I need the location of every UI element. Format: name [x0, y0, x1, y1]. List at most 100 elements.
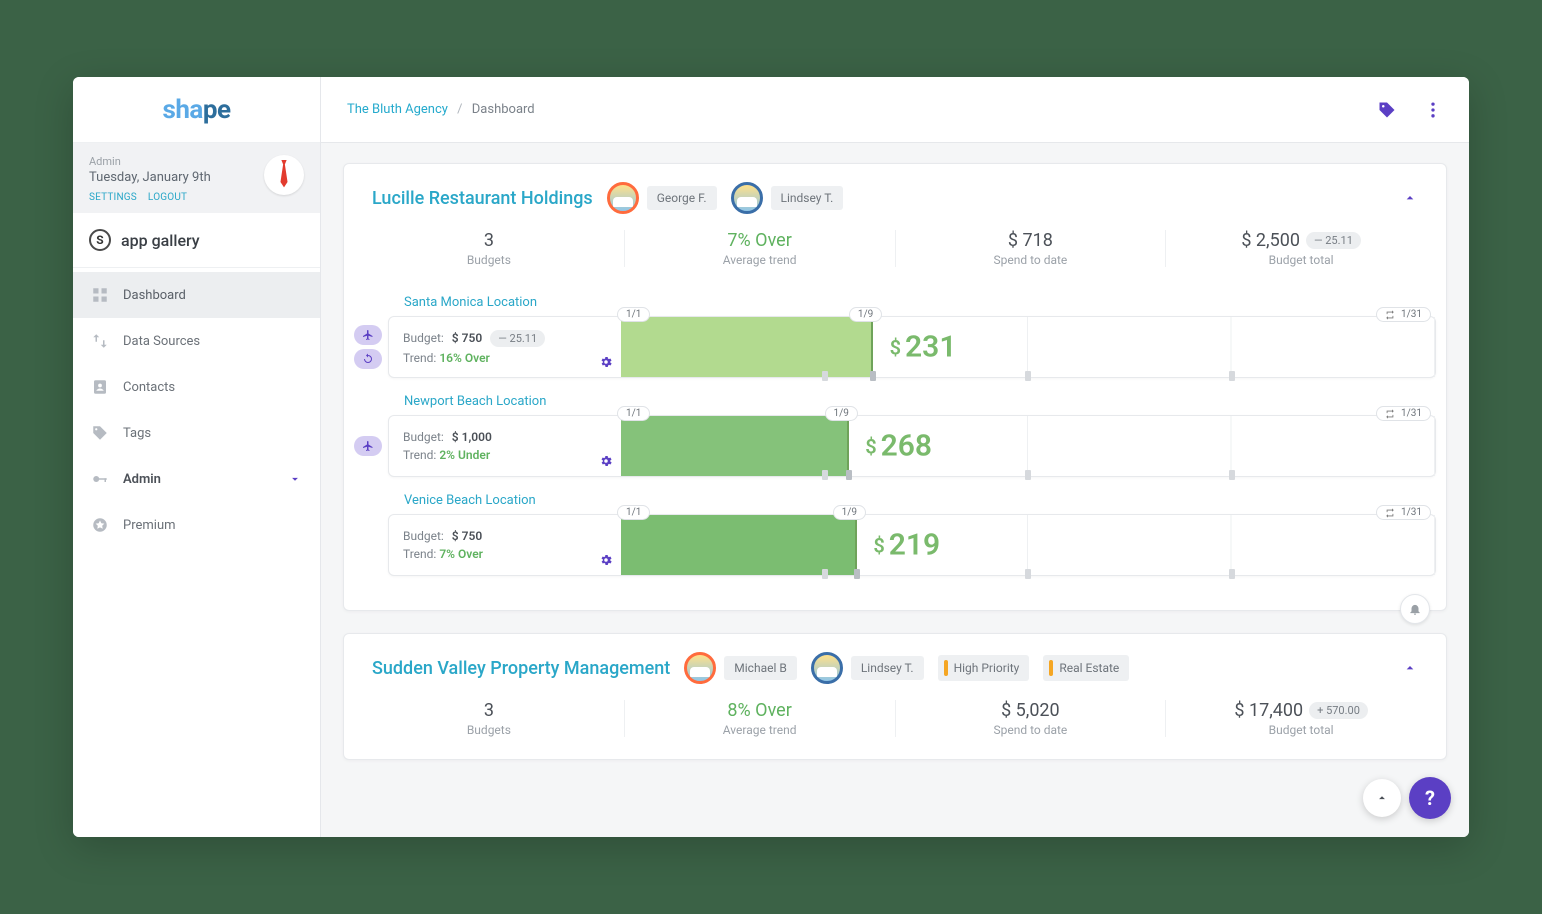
panel-title[interactable]: Lucille Restaurant Holdings — [372, 188, 593, 209]
app-gallery-link[interactable]: S app gallery — [73, 213, 320, 268]
refresh-pill[interactable] — [354, 349, 382, 369]
budget-label: Budget: — [403, 430, 444, 444]
airplane-pill[interactable] — [354, 436, 382, 456]
location-name[interactable]: Venice Beach Location — [344, 487, 1446, 514]
track-tick — [1025, 371, 1031, 381]
chevron-up-icon[interactable] — [1402, 190, 1418, 206]
tag-chip[interactable]: Real Estate — [1043, 655, 1129, 681]
user-avatar[interactable] — [264, 155, 304, 195]
nav-data-sources-label: Data Sources — [123, 334, 200, 349]
stat-label: Budgets — [354, 253, 624, 267]
side-pill-group — [354, 514, 388, 576]
track-tick — [1025, 569, 1031, 579]
nav-data-sources[interactable]: Data Sources — [73, 318, 320, 364]
repeat-icon — [1385, 409, 1395, 419]
budget-label: Budget: — [403, 529, 444, 543]
person-name: Lindsey T. — [771, 186, 844, 210]
caret-up-icon — [1375, 791, 1389, 805]
budget-label: Budget: — [403, 331, 444, 345]
nav-admin[interactable]: Admin — [73, 456, 320, 502]
track-tick — [822, 569, 828, 579]
budget-track-frame: Budget: $ 750 Trend: 7% Over1/11/91/31$2… — [388, 514, 1436, 576]
gear-icon[interactable] — [599, 454, 613, 468]
person-chip[interactable]: Lindsey T. — [731, 182, 844, 214]
chevron-up-icon[interactable] — [1402, 660, 1418, 676]
track-tick — [1025, 470, 1031, 480]
nav-premium-label: Premium — [123, 518, 176, 533]
gear-icon[interactable] — [599, 355, 613, 369]
date-tab-end: 1/31 — [1376, 406, 1431, 421]
tag-icon — [91, 424, 109, 442]
date-tab-current: 1/9 — [849, 307, 882, 322]
stat-label: Spend to date — [896, 253, 1166, 267]
budget-amount: $ 750 — [452, 529, 482, 543]
person-name: Lindsey T. — [851, 656, 924, 680]
budget-info: Budget: $ 750 Trend: 7% Over — [389, 515, 621, 575]
nav-dashboard-label: Dashboard — [123, 288, 186, 303]
help-button[interactable]: ? — [1409, 777, 1451, 819]
budget-amount: $ 1,000 — [452, 430, 492, 444]
gear-icon[interactable] — [599, 553, 613, 567]
avatar-icon — [811, 652, 843, 684]
airplane-pill[interactable] — [354, 325, 382, 345]
date-tab-start: 1/1 — [617, 505, 650, 520]
scroll-top-button[interactable] — [1363, 779, 1401, 817]
chevron-down-icon — [288, 472, 302, 486]
trend-value: 16% Over — [439, 351, 490, 365]
person-name: Michael B — [724, 656, 797, 680]
date-tab-end: 1/31 — [1376, 307, 1431, 322]
client-panel-lucille: Lucille Restaurant Holdings George F. Li… — [343, 163, 1447, 611]
bell-button[interactable] — [1400, 594, 1430, 624]
trend-label: Trend: — [403, 448, 436, 462]
breadcrumb-agency[interactable]: The Bluth Agency — [347, 102, 448, 117]
help-icon: ? — [1425, 786, 1435, 810]
stats-row: 3 Budgets 7% Over Average trend $ 718 Sp… — [344, 224, 1446, 289]
scroll-area[interactable]: Lucille Restaurant Holdings George F. Li… — [321, 143, 1469, 837]
person-chip[interactable]: George F. — [607, 182, 717, 214]
stat-value: 3 — [354, 230, 624, 251]
location-name[interactable]: Santa Monica Location — [344, 289, 1446, 316]
tag-icon[interactable] — [1377, 100, 1397, 120]
budget-track[interactable]: 1/11/91/31$268 — [621, 416, 1435, 476]
tag-chip[interactable]: High Priority — [938, 655, 1030, 681]
logo-part2: pe — [203, 95, 231, 125]
location-name[interactable]: Newport Beach Location — [344, 388, 1446, 415]
budget-track[interactable]: 1/11/91/31$231 — [621, 317, 1435, 377]
stat-label: Budget total — [1166, 253, 1436, 267]
progress-fill — [621, 416, 849, 476]
topbar: The Bluth Agency / Dashboard — [321, 77, 1469, 143]
nav-dashboard[interactable]: Dashboard — [73, 272, 320, 318]
app-gallery-label: app gallery — [121, 231, 200, 250]
more-icon[interactable] — [1423, 100, 1443, 120]
bell-icon — [1408, 602, 1422, 616]
logout-link[interactable]: LOGOUT — [148, 192, 187, 203]
nav-admin-label: Admin — [123, 472, 161, 487]
person-chip[interactable]: Michael B — [684, 652, 797, 684]
airplane-icon — [362, 329, 374, 341]
stat-value: $ 2,500 — [1241, 230, 1300, 251]
nav-tags[interactable]: Tags — [73, 410, 320, 456]
stat-label: Average trend — [625, 253, 895, 267]
admin-block: Admin Tuesday, January 9th SETTINGS LOGO… — [73, 143, 320, 213]
spend-amount: $231 — [890, 330, 957, 365]
person-name: George F. — [647, 186, 717, 210]
location-block: Newport Beach LocationBudget: $ 1,000 Tr… — [344, 388, 1446, 487]
progress-fill — [621, 515, 857, 575]
stat-total: $ 2,500 — 25.11 Budget total — [1166, 230, 1436, 267]
person-chip[interactable]: Lindsey T. — [811, 652, 924, 684]
delta-pill: — 25.11 — [490, 330, 545, 347]
budget-track[interactable]: 1/11/91/31$219 — [621, 515, 1435, 575]
panel-title[interactable]: Sudden Valley Property Management — [372, 658, 670, 679]
admin-role: Admin — [89, 155, 254, 168]
budget-track-frame: Budget: $ 1,000 Trend: 2% Under1/11/91/3… — [388, 415, 1436, 477]
track-tick — [1229, 470, 1235, 480]
nav-premium[interactable]: Premium — [73, 502, 320, 548]
spend-amount: $219 — [873, 528, 940, 563]
airplane-icon — [362, 440, 374, 452]
nav-contacts[interactable]: Contacts — [73, 364, 320, 410]
track-tick — [822, 470, 828, 480]
settings-link[interactable]: SETTINGS — [89, 192, 137, 203]
star-icon — [91, 516, 109, 534]
stats-row: 3 Budgets 8% Over Average trend $ 5,020 … — [344, 694, 1446, 759]
stat-value: $ 718 — [896, 230, 1166, 251]
